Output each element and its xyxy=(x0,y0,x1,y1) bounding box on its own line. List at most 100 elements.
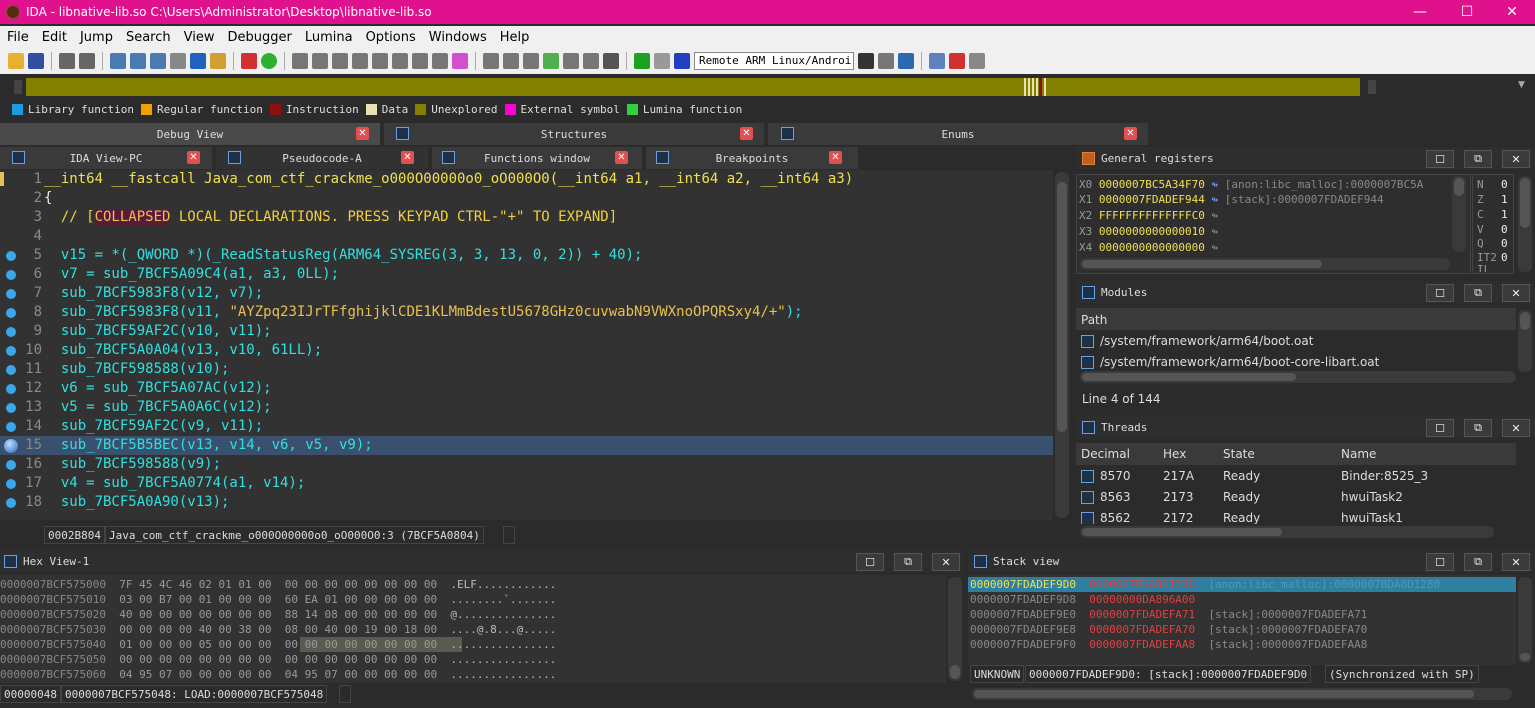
code-line[interactable]: 11 sub_7BCF598588(v10); xyxy=(0,360,1053,379)
flag-row[interactable]: IL0 xyxy=(1477,262,1490,272)
register-value[interactable]: 0000000000000010 xyxy=(1099,225,1205,238)
flag-row[interactable]: Z1 xyxy=(1477,192,1508,208)
code-line[interactable]: 2{ xyxy=(0,189,1053,208)
close-panel-button[interactable]: ✕ xyxy=(1502,553,1530,571)
start-debug-icon[interactable] xyxy=(634,53,650,69)
nav-scroll-right[interactable] xyxy=(1368,80,1376,94)
add-icon[interactable] xyxy=(543,53,559,69)
modules-hscrollbar[interactable] xyxy=(1080,371,1516,383)
float-panel-button[interactable]: ⧉ xyxy=(1464,419,1492,437)
search-icon[interactable] xyxy=(210,53,226,69)
menu-jump[interactable]: Jump xyxy=(73,30,119,45)
breakpoint-dot-icon[interactable] xyxy=(6,251,16,261)
menu-file[interactable]: File xyxy=(0,30,35,45)
menu-search[interactable]: Search xyxy=(119,30,177,45)
graph-icon[interactable] xyxy=(332,53,348,69)
tab-pseudocode-a[interactable]: Pseudocode-A xyxy=(216,147,428,169)
close-panel-button[interactable]: ✕ xyxy=(1502,150,1530,168)
proximity-icon[interactable] xyxy=(312,53,328,69)
stack-row[interactable]: 0000007FDADEF9E8 0000007FDADEFA70 [stack… xyxy=(970,622,1367,637)
hex-ascii[interactable]: ....@.8...@..... xyxy=(450,623,556,636)
hex-bytes[interactable]: 7F 45 4C 46 02 01 01 00 00 00 00 00 00 0… xyxy=(119,578,437,591)
menu-lumina[interactable]: Lumina xyxy=(298,30,359,45)
tab-functions-window[interactable]: Functions window xyxy=(432,147,642,169)
hex-row[interactable]: 0000007BCF575000 7F 45 4C 46 02 01 01 00… xyxy=(0,577,556,592)
float-panel-button[interactable]: ⧉ xyxy=(894,553,922,571)
code-scrollbar-thumb[interactable] xyxy=(1057,182,1067,432)
stack-value[interactable]: 0000007FDADEFA71 xyxy=(1089,608,1195,621)
code-line[interactable]: 8 sub_7BCF5983F8(v11, "AYZpq23IJrTFfghij… xyxy=(0,303,1053,322)
breakpoint-dot-icon[interactable] xyxy=(6,327,16,337)
hex-ascii[interactable]: .ELF............ xyxy=(450,578,556,591)
run-script-icon[interactable] xyxy=(261,53,277,69)
close-icon[interactable]: ✕ xyxy=(187,151,200,164)
hexview-scrollbar[interactable] xyxy=(948,577,962,681)
stack-row[interactable]: 0000007FDADEF9E0 0000007FDADEFA71 [stack… xyxy=(970,607,1367,622)
call-graph-icon[interactable] xyxy=(392,53,408,69)
close-icon[interactable]: ✕ xyxy=(615,151,628,164)
hex-ascii[interactable]: ................ xyxy=(450,638,556,651)
print-icon[interactable] xyxy=(412,53,428,69)
close-icon[interactable]: ✕ xyxy=(401,151,414,164)
stack-value[interactable]: 0000007FDADEFA70 xyxy=(1089,623,1195,636)
binary-icon[interactable] xyxy=(110,53,126,69)
breakpoint-dot-icon[interactable] xyxy=(6,384,16,394)
stackview-hscrollbar-thumb[interactable] xyxy=(974,690,1474,698)
code-line[interactable]: 4 xyxy=(0,227,1053,246)
register-value[interactable]: 0000007BC5A34F70 xyxy=(1099,178,1205,191)
close-icon[interactable]: ✕ xyxy=(1124,127,1137,140)
hex-bytes[interactable]: 00 00 00 00 40 00 38 00 08 00 40 00 19 0… xyxy=(119,623,437,636)
flags-scrollbar[interactable] xyxy=(1518,176,1532,272)
code-line[interactable]: 3 // [COLLAPSED LOCAL DECLARATIONS. PRES… xyxy=(0,208,1053,227)
hex-bytes[interactable]: 01 00 00 00 05 00 00 00 00 00 00 00 00 0… xyxy=(119,638,437,651)
nav-scroll-left[interactable] xyxy=(14,80,22,94)
code-line[interactable]: 12 v6 = sub_7BCF5A07AC(v12); xyxy=(0,379,1053,398)
column-state[interactable]: State xyxy=(1223,444,1255,464)
stack-value[interactable]: 0000007FDADEFAA8 xyxy=(1089,638,1195,651)
registers-scrollbar-thumb[interactable] xyxy=(1454,178,1464,196)
hex-bytes[interactable]: 40 00 00 00 00 00 00 00 88 14 08 00 00 0… xyxy=(119,608,437,621)
threads-hscrollbar-thumb[interactable] xyxy=(1082,528,1282,536)
stack-row[interactable]: 0000007FDADEF9D8 00000000DA896A00 xyxy=(970,592,1195,607)
code-scrollbar[interactable] xyxy=(1055,172,1069,518)
minimize-button[interactable]: — xyxy=(1397,0,1443,24)
breakpoint-dot-icon[interactable] xyxy=(6,365,16,375)
float-panel-button[interactable]: ⧉ xyxy=(1464,150,1492,168)
minimize-panel-button[interactable]: ☐ xyxy=(1426,419,1454,437)
register-row[interactable]: X0 0000007BC5A34F70 ↬ [anon:libc_malloc]… xyxy=(1079,177,1423,193)
hex-row[interactable]: 0000007BCF575010 03 00 B7 00 01 00 00 00… xyxy=(0,592,556,607)
hex-row[interactable]: 0000007BCF575020 40 00 00 00 00 00 00 00… xyxy=(0,607,556,622)
float-panel-button[interactable]: ⧉ xyxy=(1464,284,1492,302)
module-row[interactable]: /system/framework/arm64/boot.oat xyxy=(1081,331,1313,351)
minimize-panel-button[interactable]: ☐ xyxy=(1426,284,1454,302)
code-line[interactable]: 17 v4 = sub_7BCF5A0774(a1, v14); xyxy=(0,474,1053,493)
warning-icon[interactable] xyxy=(241,53,257,69)
close-icon[interactable]: ✕ xyxy=(740,127,753,140)
registers-hscrollbar[interactable] xyxy=(1080,258,1450,270)
pause-icon[interactable] xyxy=(654,53,670,69)
code-line[interactable]: 13 v5 = sub_7BCF5A0A6C(v12); xyxy=(0,398,1053,417)
register-value[interactable]: FFFFFFFFFFFFFFC0 xyxy=(1099,209,1205,222)
registers-scrollbar[interactable] xyxy=(1452,176,1466,252)
breakpoint-dot-icon[interactable] xyxy=(6,346,16,356)
settings-icon[interactable] xyxy=(432,53,448,69)
hex-row[interactable]: 0000007BCF575030 00 00 00 00 40 00 38 00… xyxy=(0,622,556,637)
flag-value[interactable]: 0 xyxy=(1501,177,1508,193)
stack-row[interactable]: 0000007FDADEF9D0 0000007BDA8D1280 [anon:… xyxy=(970,577,1440,592)
minimize-panel-button[interactable]: ☐ xyxy=(1426,553,1454,571)
save-icon[interactable] xyxy=(28,53,44,69)
threads-hscrollbar[interactable] xyxy=(1080,526,1494,538)
nav-bar[interactable] xyxy=(26,78,1360,96)
breakpoint-dot-icon[interactable] xyxy=(6,289,16,299)
tab-ida-view-pc[interactable]: IDA View-PC xyxy=(0,147,212,169)
struct-edit-icon[interactable] xyxy=(523,53,539,69)
current-pc-icon[interactable] xyxy=(4,439,18,453)
breakpoint-dot-icon[interactable] xyxy=(6,498,16,508)
flag-value[interactable]: 1 xyxy=(1501,192,1508,208)
close-icon[interactable]: ✕ xyxy=(829,151,842,164)
column-path[interactable]: Path xyxy=(1081,310,1107,330)
stackview-scrollbar-thumb[interactable] xyxy=(1520,653,1530,661)
string-icon[interactable] xyxy=(503,53,519,69)
registers-hscrollbar-thumb[interactable] xyxy=(1082,260,1322,268)
stack-status-sync[interactable]: (Synchronized with SP) xyxy=(1325,665,1479,683)
